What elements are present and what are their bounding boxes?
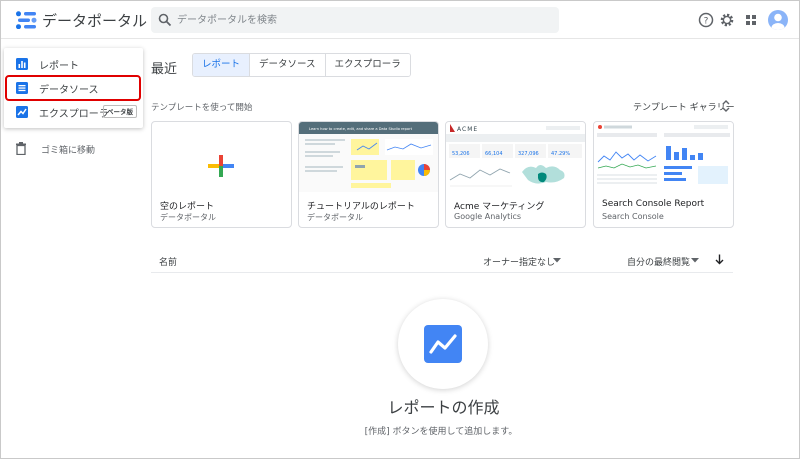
search-bar[interactable]: [151, 7, 559, 33]
sidebar-item-trash[interactable]: ゴミ箱に移動: [15, 141, 135, 157]
owner-filter-dropdown[interactable]: オーナー指定なし: [483, 255, 555, 268]
card-subtitle: Google Analytics: [454, 212, 522, 221]
tab-report[interactable]: レポート: [193, 54, 251, 76]
thumb-brand: ACME: [457, 126, 478, 133]
top-bar: データポータル ?: [1, 1, 799, 39]
list-divider: [151, 272, 733, 273]
card-subtitle: データポータル: [307, 213, 363, 222]
help-icon[interactable]: ?: [698, 12, 714, 28]
search-console-thumbnail: [594, 122, 733, 192]
tab-explorer[interactable]: エクスプローラ: [325, 54, 410, 76]
recent-tabs: レポート データソース エクスプローラ: [192, 53, 411, 77]
template-card-tutorial[interactable]: Learn how to create, edit, and share a D…: [298, 121, 439, 228]
expand-unfold-icon[interactable]: [721, 99, 731, 113]
template-card-acme[interactable]: ACME 53,206 66,104 327,096 47.29% Acme マ…: [445, 121, 586, 228]
plus-colorful-icon: [208, 155, 234, 177]
svg-text:47.29%: 47.29%: [551, 151, 570, 157]
svg-text:327,096: 327,096: [518, 151, 539, 157]
acme-report-thumbnail: ACME 53,206 66,104 327,096 47.29%: [446, 122, 585, 192]
report-icon: [16, 58, 28, 70]
sidebar-item-report[interactable]: レポート: [4, 52, 143, 76]
sort-direction-arrow-down-icon[interactable]: [715, 254, 724, 265]
data-portal-logo-icon[interactable]: [15, 11, 37, 29]
sort-by-dropdown[interactable]: 自分の最終閲覧: [627, 255, 690, 268]
card-title: 空のレポート: [160, 202, 215, 212]
trash-icon: [16, 142, 26, 155]
recent-heading: 最近: [151, 62, 178, 77]
svg-text:53,206: 53,206: [452, 151, 470, 157]
settings-gear-icon[interactable]: [719, 12, 735, 28]
card-title: チュートリアルのレポート: [307, 202, 415, 212]
beta-badge: ベータ版: [103, 105, 137, 118]
svg-text:?: ?: [704, 17, 709, 27]
sort-dropdown-arrow-icon[interactable]: [691, 258, 699, 263]
empty-state-subtitle: [作成] ボタンを使用して追加します。: [364, 427, 518, 437]
template-section-label: テンプレートを使って開始: [151, 103, 253, 113]
card-title: Acme マーケティング: [454, 202, 545, 212]
card-title: Search Console Report: [602, 199, 705, 209]
data-source-highlight-box: [5, 75, 141, 101]
empty-state-illustration: [398, 299, 488, 389]
sidebar-item-label: レポート: [39, 61, 79, 72]
template-card-search-console[interactable]: Search Console Report Search Console: [593, 121, 734, 228]
sidebar-item-explorer[interactable]: エクスプローラ ベータ版: [4, 100, 143, 124]
avatar-person-icon: [771, 13, 785, 30]
card-subtitle: Search Console: [602, 212, 664, 221]
thumb-caption: Learn how to create, edit, and share a D…: [309, 127, 413, 131]
search-input[interactable]: [177, 11, 547, 29]
template-card-blank[interactable]: 空のレポート データポータル: [151, 121, 292, 228]
template-gallery-button[interactable]: テンプレート ギャラリー: [633, 100, 735, 113]
trash-label: ゴミ箱に移動: [41, 146, 96, 156]
tab-data-source[interactable]: データソース: [250, 54, 326, 76]
user-avatar[interactable]: [768, 10, 788, 30]
explorer-icon: [16, 106, 28, 118]
svg-text:66,104: 66,104: [485, 151, 503, 157]
search-icon: [158, 13, 172, 27]
sidebar-item-label: エクスプローラ: [39, 109, 109, 120]
report-chart-icon: [424, 325, 462, 363]
name-column-header[interactable]: 名前: [159, 255, 177, 268]
empty-state-title: レポートの作成: [387, 398, 500, 417]
apps-grid-icon[interactable]: [743, 12, 759, 28]
app-title[interactable]: データポータル: [42, 10, 147, 31]
tutorial-report-thumbnail: Learn how to create, edit, and share a D…: [299, 122, 438, 192]
owner-dropdown-arrow-icon[interactable]: [553, 258, 561, 263]
card-subtitle: データポータル: [160, 213, 216, 222]
